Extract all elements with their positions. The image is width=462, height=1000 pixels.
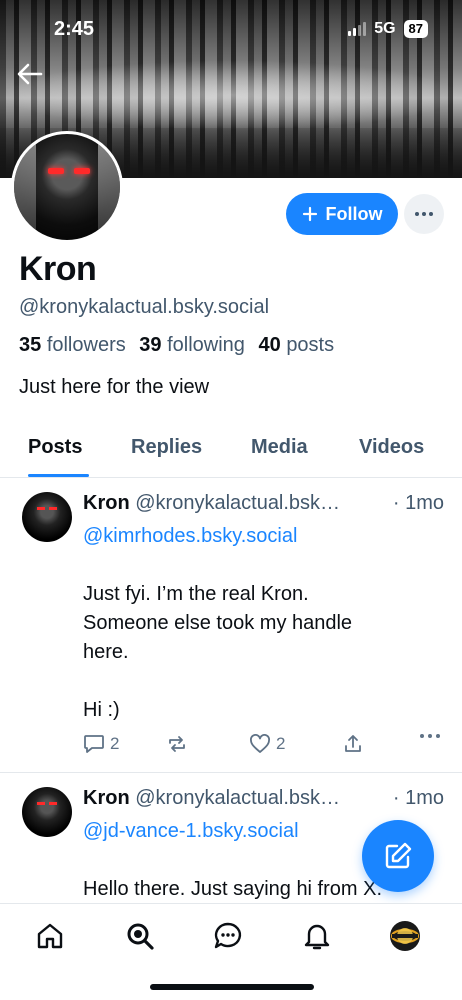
profile-avatar xyxy=(390,921,420,951)
nav-chat[interactable] xyxy=(212,920,244,952)
compose-button[interactable] xyxy=(362,820,434,892)
post-text-line: Just fyi. I’m the real Kron. xyxy=(83,583,309,605)
status-indicators: 5G 87 xyxy=(348,20,428,38)
reply-count: 2 xyxy=(110,734,120,753)
post-meta: Kron @kronykalactual.bsk… xyxy=(83,787,340,810)
followers-link[interactable]: 35 followers xyxy=(19,334,126,356)
more-options-button[interactable] xyxy=(404,194,444,234)
tab-replies[interactable]: Replies xyxy=(131,436,202,459)
tab-media[interactable]: Media xyxy=(251,436,308,459)
post-item[interactable]: Kron @kronykalactual.bsk… · 1mo @kimrhod… xyxy=(0,479,462,773)
home-icon xyxy=(37,923,63,949)
nav-notifications[interactable] xyxy=(301,920,333,952)
display-name: Kron xyxy=(19,250,97,288)
share-icon xyxy=(345,735,361,752)
post-actions: 2 2 xyxy=(83,734,440,758)
post-text-line: Someone else took my handle xyxy=(83,612,353,634)
network-label: 5G xyxy=(374,20,396,37)
follow-button[interactable]: Follow xyxy=(286,193,398,235)
home-indicator xyxy=(150,984,314,990)
post-mention[interactable]: @kimrhodes.bsky.social xyxy=(83,522,413,551)
reply-button[interactable]: 2 xyxy=(83,734,119,754)
chat-icon xyxy=(214,922,242,949)
reply-icon xyxy=(84,735,104,753)
post-text-line: here. xyxy=(83,641,129,663)
post-meta: Kron @kronykalactual.bsk… xyxy=(83,492,340,515)
post-handle: @kronykalactual.bsk… xyxy=(135,492,341,514)
share-button[interactable] xyxy=(343,734,363,754)
active-tab-indicator xyxy=(28,474,89,477)
tab-posts[interactable]: Posts xyxy=(28,436,82,459)
pencil-icon xyxy=(385,842,412,869)
repost-button[interactable] xyxy=(166,734,188,754)
search-icon xyxy=(127,923,154,950)
nav-home[interactable] xyxy=(34,920,66,952)
post-avatar[interactable] xyxy=(22,492,72,542)
status-time: 2:45 xyxy=(54,18,95,40)
profile-tabs: Posts Replies Media Videos xyxy=(0,422,462,478)
post-body: @kimrhodes.bsky.social Just fyi. I’m the… xyxy=(83,522,413,725)
ellipsis-icon xyxy=(420,734,440,738)
following-link[interactable]: 39 following xyxy=(139,334,245,356)
follow-label: Follow xyxy=(325,203,383,224)
ellipsis-icon xyxy=(415,212,433,216)
plus-icon xyxy=(302,206,317,222)
arrow-left-icon xyxy=(17,63,43,85)
back-button[interactable] xyxy=(14,58,46,90)
post-time: · 1mo xyxy=(392,492,444,514)
repost-icon xyxy=(169,736,185,752)
like-count: 2 xyxy=(276,734,286,753)
profile-stats: 35 followers 39 following 40 posts xyxy=(19,334,334,357)
post-more-button[interactable] xyxy=(420,734,440,738)
status-bar: 2:45 5G 87 xyxy=(0,0,462,60)
tab-videos[interactable]: Videos xyxy=(359,436,424,459)
profile-bio: Just here for the view xyxy=(19,376,210,398)
post-time: · 1mo xyxy=(392,787,444,809)
profile-avatar[interactable] xyxy=(11,131,123,243)
post-text-line: Hi :) xyxy=(83,699,120,721)
post-author[interactable]: Kron xyxy=(83,787,130,809)
bell-icon xyxy=(304,924,330,950)
post-handle: @kronykalactual.bsk… xyxy=(135,787,341,809)
battery-icon: 87 xyxy=(403,20,428,38)
signal-icon xyxy=(348,22,367,36)
nav-search[interactable] xyxy=(124,920,156,952)
posts-count: 40 posts xyxy=(258,334,335,356)
post-avatar[interactable] xyxy=(22,787,72,837)
post-author[interactable]: Kron xyxy=(83,492,130,514)
profile-handle: @kronykalactual.bsky.social xyxy=(19,296,270,318)
nav-profile[interactable] xyxy=(389,920,421,952)
like-button[interactable]: 2 xyxy=(249,734,285,754)
heart-icon xyxy=(250,734,270,753)
